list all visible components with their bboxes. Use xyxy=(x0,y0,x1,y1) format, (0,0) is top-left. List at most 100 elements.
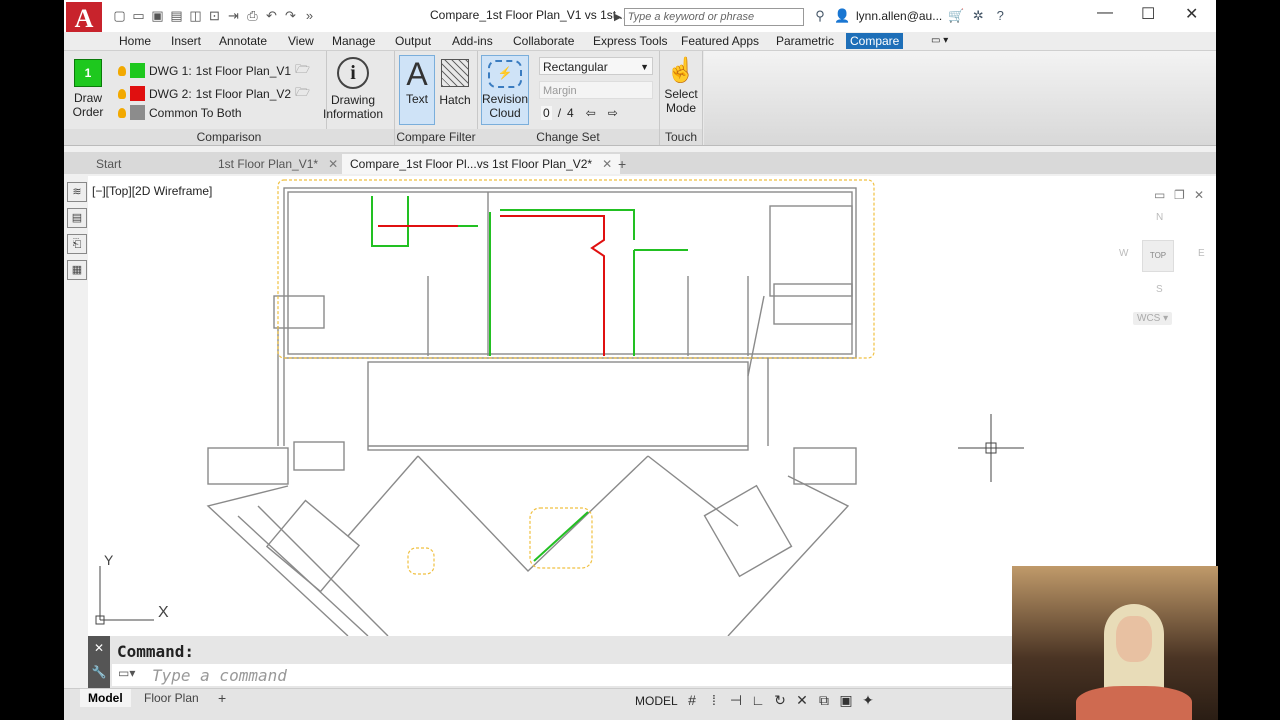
open-icon[interactable]: ▭ xyxy=(131,8,146,23)
change-separator: / xyxy=(557,106,562,120)
hatch-filter-button[interactable]: Hatch xyxy=(437,55,473,107)
annotation-scale-icon[interactable]: ✦ xyxy=(860,692,876,709)
command-input-area: ▭▾ xyxy=(112,664,1012,686)
folder-icon[interactable]: 🗁 xyxy=(295,60,310,81)
undo-icon[interactable]: ↶ xyxy=(264,8,279,23)
close-tab-icon[interactable]: ✕ xyxy=(328,157,338,171)
change-navigation: 0 / 4 ⇦ ⇨ xyxy=(541,106,618,120)
ribbon: 1 Draw Order DWG 1: 1st Floor Plan_V1 🗁 … xyxy=(64,51,1216,146)
properties-icon[interactable]: ⎗ xyxy=(67,234,87,254)
export-icon[interactable]: ⇥ xyxy=(226,8,241,23)
user-name[interactable]: lynn.allen@au... xyxy=(856,9,942,23)
doc-tab-start[interactable]: Start xyxy=(88,154,129,174)
open-web-icon[interactable]: ◫ xyxy=(188,8,203,23)
app-menu-button[interactable]: A▼ xyxy=(66,2,106,43)
doc-tab-compare[interactable]: Compare_1st Floor Pl...vs 1st Floor Plan… xyxy=(342,154,621,174)
new-layout-button[interactable]: + xyxy=(210,689,234,707)
maximize-icon[interactable]: ☐ xyxy=(1141,4,1155,24)
lightbulb-icon[interactable] xyxy=(118,88,126,99)
dwg2-row[interactable]: DWG 2: 1st Floor Plan_V2 🗁 xyxy=(118,83,310,104)
model-space-toggle[interactable]: MODEL xyxy=(635,694,678,708)
dwg1-file: 1st Floor Plan_V1 xyxy=(195,63,292,78)
revision-cloud-button[interactable]: ⚡ Revision Cloud xyxy=(481,55,529,125)
drawing-information-button[interactable]: i Drawing Information xyxy=(318,55,388,121)
ucs-y-label: Y xyxy=(104,552,114,568)
tab-annotate[interactable]: Annotate xyxy=(215,33,271,49)
cloud-shape-select[interactable]: Rectangular ▼ xyxy=(539,57,653,75)
drawing-information-label-2: Information xyxy=(322,107,384,121)
minimize-icon[interactable]: — xyxy=(1097,4,1113,22)
doc-tab-v1[interactable]: 1st Floor Plan_V1* ✕ xyxy=(210,154,346,174)
dwg1-color-swatch[interactable] xyxy=(130,63,145,78)
layers-icon[interactable]: ▤ xyxy=(67,208,87,228)
lightbulb-icon[interactable] xyxy=(118,107,126,118)
next-change-icon[interactable]: ⇨ xyxy=(608,106,618,120)
layer-isolate-icon[interactable]: ▣ xyxy=(838,692,854,709)
dwg1-row[interactable]: DWG 1: 1st Floor Plan_V1 🗁 xyxy=(118,60,310,81)
common-row[interactable]: Common To Both xyxy=(118,105,242,120)
grid-icon[interactable]: # xyxy=(684,692,700,709)
compare-filter-panel: A Text Hatch Compare Filter xyxy=(394,51,478,145)
palette-icon[interactable]: ▦ xyxy=(67,260,87,280)
common-color-swatch[interactable] xyxy=(130,105,145,120)
user-icon[interactable]: 👤 xyxy=(834,9,850,23)
tab-parametric[interactable]: Parametric xyxy=(772,33,838,49)
plot-icon[interactable]: ⎙ xyxy=(245,8,260,23)
search-input[interactable] xyxy=(623,8,804,26)
polar-icon[interactable]: ↻ xyxy=(772,692,788,709)
draw-order-button[interactable]: 1 Draw Order xyxy=(70,57,106,119)
tab-compare[interactable]: Compare xyxy=(846,33,904,49)
presenter-shoulders xyxy=(1076,686,1192,720)
save-as-icon[interactable]: ▤ xyxy=(169,8,184,23)
change-total: 4 xyxy=(567,106,574,120)
layout-tab-model[interactable]: Model xyxy=(80,689,131,707)
compare-filter-panel-title: Compare Filter xyxy=(395,129,477,145)
close-icon[interactable]: ✕ xyxy=(1185,4,1198,24)
folder-icon[interactable]: 🗁 xyxy=(295,83,310,104)
previous-change-icon[interactable]: ⇦ xyxy=(586,106,596,120)
redo-icon[interactable]: ↷ xyxy=(283,8,298,23)
text-filter-button[interactable]: A Text xyxy=(399,55,435,125)
new-icon[interactable]: ▢ xyxy=(112,8,127,23)
isodraft-icon[interactable]: ✕ xyxy=(794,692,810,709)
snap-icon[interactable]: ⁞ xyxy=(706,692,722,709)
window-title: Compare_1st Floor Plan_V1 vs 1st... xyxy=(430,8,627,22)
tab-featured-apps[interactable]: Featured Apps xyxy=(677,33,763,49)
infer-icon[interactable]: ⊣ xyxy=(728,692,744,709)
a360-icon[interactable]: ✲ xyxy=(970,9,986,23)
quick-access-toolbar: ▢ ▭ ▣ ▤ ◫ ⊡ ⇥ ⎙ ↶ ↷ » xyxy=(112,8,317,23)
tab-home[interactable]: Home xyxy=(115,33,155,49)
search-arrow-icon[interactable]: ▶ xyxy=(614,12,622,23)
layer-icon[interactable]: ≋ xyxy=(67,182,87,202)
change-index[interactable]: 0 xyxy=(541,106,552,120)
tab-manage[interactable]: Manage xyxy=(328,33,379,49)
binoculars-icon[interactable]: ⚲ xyxy=(812,9,828,23)
revision-cloud-label-2: Cloud xyxy=(489,106,521,120)
draw-order-icon: 1 xyxy=(74,59,102,87)
ortho-icon[interactable]: ∟ xyxy=(750,692,766,709)
left-toolbar: ≋ ▤ ⎗ ▦ xyxy=(64,176,88,636)
tab-express-tools[interactable]: Express Tools xyxy=(589,33,671,49)
share-icon[interactable]: ⊡ xyxy=(207,8,222,23)
layout-tab-floor-plan[interactable]: Floor Plan xyxy=(136,689,207,707)
expand-icon[interactable]: » xyxy=(302,8,317,23)
margin-input[interactable]: Margin xyxy=(539,81,653,99)
command-input[interactable] xyxy=(150,665,854,685)
tab-output[interactable]: Output xyxy=(391,33,435,49)
osnap-icon[interactable]: ⧉ xyxy=(816,692,832,709)
customize-wrench-icon[interactable]: 🔧 xyxy=(88,660,110,684)
tab-insert[interactable]: Insert xyxy=(167,33,205,49)
recent-commands-icon[interactable]: ▭▾ xyxy=(118,666,135,680)
tab-collaborate[interactable]: Collaborate xyxy=(509,33,578,49)
new-tab-button[interactable]: + xyxy=(610,154,634,174)
cart-icon[interactable]: 🛒 xyxy=(948,9,964,23)
tab-add-ins[interactable]: Add-ins xyxy=(448,33,497,49)
save-icon[interactable]: ▣ xyxy=(150,8,165,23)
lightbulb-icon[interactable] xyxy=(118,65,126,76)
tab-view[interactable]: View xyxy=(284,33,318,49)
help-icon[interactable]: ? xyxy=(992,9,1008,23)
dwg2-color-swatch[interactable] xyxy=(130,86,145,101)
ribbon-toggle-icon[interactable]: ▭ ▾ xyxy=(927,33,952,49)
select-mode-button[interactable]: ☝ Select Mode xyxy=(662,55,700,115)
close-command-line-icon[interactable]: ✕ xyxy=(88,636,110,660)
